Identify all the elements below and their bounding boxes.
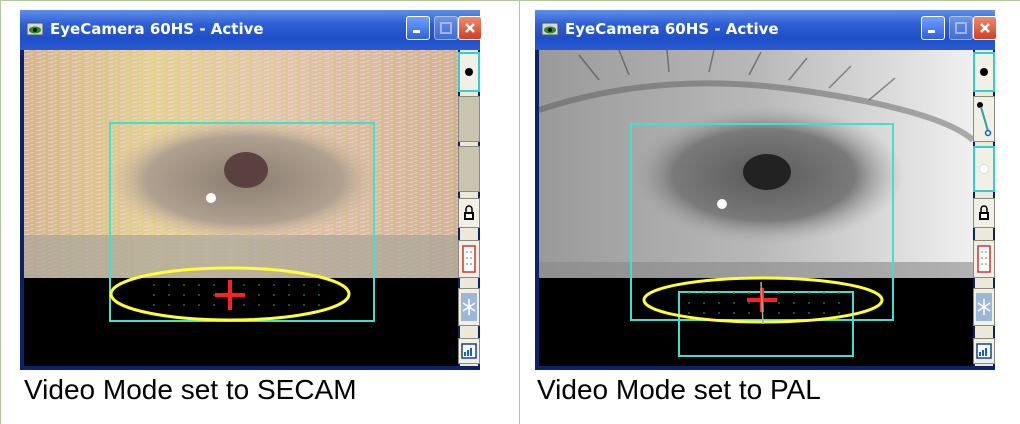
close-button[interactable] bbox=[458, 16, 482, 40]
eyecamera-window: EyeCamera 60HS - Active bbox=[535, 10, 997, 370]
video-feed-pal[interactable] bbox=[539, 50, 973, 366]
window-title: EyeCamera 60HS - Active bbox=[565, 20, 779, 38]
window-title: EyeCamera 60HS - Active bbox=[50, 20, 264, 38]
threshold-button[interactable] bbox=[973, 96, 995, 142]
lock-icon bbox=[464, 205, 474, 220]
grid-button[interactable] bbox=[458, 240, 480, 278]
lock-button[interactable] bbox=[458, 198, 480, 228]
grid-button[interactable] bbox=[973, 240, 995, 278]
tool-sidebar bbox=[458, 50, 480, 366]
chart-icon bbox=[461, 343, 477, 359]
eyecamera-window: EyeCamera 60HS - Active bbox=[20, 10, 482, 370]
panel-secam: EyeCamera 60HS - Active Video Mode set t… bbox=[20, 10, 482, 405]
close-icon bbox=[980, 23, 990, 33]
freeze-icon bbox=[461, 293, 477, 321]
freeze-button[interactable] bbox=[973, 288, 995, 326]
freeze-button[interactable] bbox=[458, 288, 480, 326]
threshold-icon bbox=[977, 102, 992, 137]
pupil-image bbox=[743, 154, 791, 190]
pupil-icon bbox=[465, 68, 473, 76]
eye-camera-icon bbox=[26, 22, 44, 36]
minimize-icon bbox=[928, 30, 935, 33]
close-button[interactable] bbox=[973, 16, 997, 40]
cr-icon bbox=[979, 164, 989, 174]
close-icon bbox=[465, 23, 475, 33]
corneal-reflection bbox=[206, 193, 216, 203]
eye-camera-icon bbox=[541, 22, 559, 36]
corneal-reflection bbox=[717, 199, 727, 209]
cr-button[interactable] bbox=[458, 146, 480, 192]
freeze-icon bbox=[976, 293, 992, 321]
maximize-icon bbox=[955, 22, 967, 34]
pupil-button[interactable] bbox=[458, 52, 480, 92]
chart-icon bbox=[976, 343, 992, 359]
pupil-button[interactable] bbox=[973, 52, 995, 92]
title-bar[interactable]: EyeCamera 60HS - Active bbox=[535, 10, 997, 50]
maximize-icon bbox=[440, 22, 452, 34]
chart-button[interactable] bbox=[458, 338, 480, 364]
panel-divider bbox=[519, 0, 520, 424]
caption-secam: Video Mode set to SECAM bbox=[24, 374, 357, 405]
maximize-button[interactable] bbox=[434, 16, 458, 40]
grid-icon bbox=[977, 245, 991, 273]
minimize-button[interactable] bbox=[406, 16, 430, 40]
minimize-button[interactable] bbox=[921, 16, 945, 40]
cr-button[interactable] bbox=[973, 146, 995, 192]
caption-pal: Video Mode set to PAL bbox=[537, 374, 821, 405]
title-bar[interactable]: EyeCamera 60HS - Active bbox=[20, 10, 482, 50]
grid-icon bbox=[462, 245, 476, 273]
tool-sidebar bbox=[973, 50, 995, 366]
video-feed-secam[interactable] bbox=[24, 50, 458, 366]
lock-button[interactable] bbox=[973, 198, 995, 228]
panel-pal: EyeCamera 60HS - Active Video Mode set t… bbox=[535, 10, 997, 405]
maximize-button[interactable] bbox=[949, 16, 973, 40]
minimize-icon bbox=[413, 30, 420, 33]
threshold-button[interactable] bbox=[458, 96, 480, 142]
chart-button[interactable] bbox=[973, 338, 995, 364]
pupil-icon bbox=[980, 68, 988, 76]
pupil-image bbox=[224, 152, 268, 188]
lock-icon bbox=[979, 205, 989, 220]
